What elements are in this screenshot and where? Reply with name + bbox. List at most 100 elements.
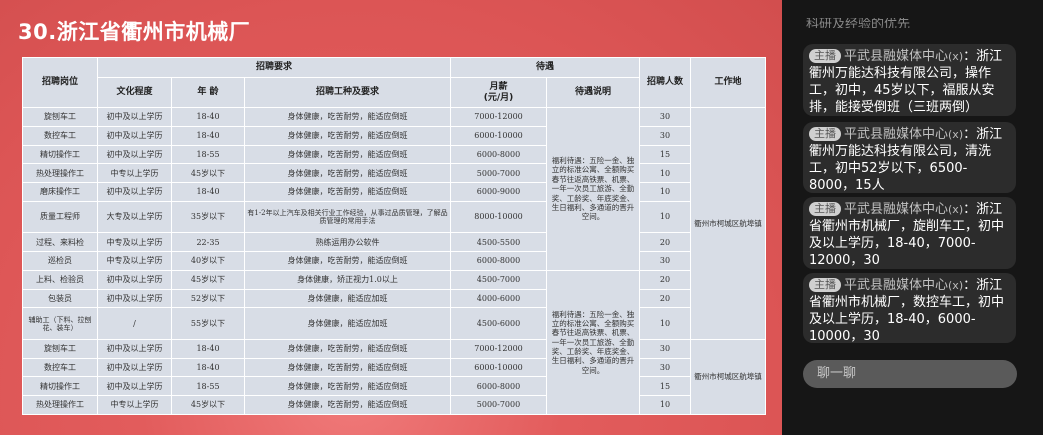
- comment-author[interactable]: 平武县融媒体中心: [844, 49, 948, 64]
- row-age: 18-40: [171, 125, 245, 146]
- row-age: 45岁以下: [171, 163, 245, 184]
- comment-item: 主播 平武县融媒体中心(x)：浙江衢州万能达科技有限公司，操作工，初中，45岁以下…: [803, 44, 1016, 116]
- header-count: 招聘人数: [639, 57, 692, 108]
- row-requirement: 有1-2年以上汽车及相关行业工作经验，从事过品质管理，了解品质管理的常用手法: [244, 200, 451, 234]
- row-education: 初中及以上学历: [97, 144, 172, 165]
- row-count: 10: [639, 200, 692, 234]
- row-count: 10: [639, 307, 692, 340]
- row-salary: 4000-6000: [450, 288, 547, 309]
- header-benefit-desc: 待遇说明: [545, 77, 641, 108]
- benefit-note-1: 福利待遇：五险一金、独立的标准公寓、全额购买春节往返高铁票、机票、一年一次员工旅…: [545, 107, 641, 271]
- row-requirement: 身体健康，吃苦耐劳，能适应倒班: [244, 182, 451, 202]
- row-education: 初中及以上学历: [97, 357, 172, 378]
- row-education: 初中及以上学历: [97, 269, 172, 290]
- row-education: 初中及以上学历: [97, 288, 172, 309]
- row-requirement: 身体健康，吃苦耐劳，能适应倒班: [244, 125, 451, 146]
- row-age: 18-40: [171, 182, 245, 202]
- clipped-comment: 科研及经验的优先: [806, 18, 911, 28]
- header-requirements: 招聘要求: [97, 57, 451, 78]
- row-post: 热处理操作工: [22, 163, 98, 184]
- row-requirement: 身体健康，矫正视力1.0以上: [244, 269, 451, 290]
- emoji-icon: (x): [948, 128, 964, 141]
- row-salary: 4500-7000: [450, 269, 547, 290]
- row-education: /: [97, 307, 172, 340]
- row-count: 20: [639, 232, 692, 253]
- row-salary: 6000-8000: [450, 376, 547, 397]
- row-count: 30: [639, 338, 692, 359]
- row-salary: 4500-5500: [450, 232, 547, 253]
- row-post: 旋刨车工: [22, 338, 98, 359]
- row-education: 中专以上学历: [97, 395, 172, 415]
- header-type-req: 招聘工种及要求: [244, 77, 451, 108]
- slide-area: 30.浙江省衢州市机械厂 招聘岗位 招聘要求 待遇 招聘人数 工作地 文化程度 …: [0, 0, 782, 435]
- row-age: 18-55: [171, 144, 245, 165]
- row-age: 18-55: [171, 376, 245, 397]
- row-age: 52岁以下: [171, 288, 245, 309]
- comment-author[interactable]: 平武县融媒体中心: [844, 127, 948, 142]
- header-benefits: 待遇: [449, 57, 641, 78]
- comment-author[interactable]: 平武县融媒体中心: [844, 202, 948, 217]
- emoji-icon: (x): [948, 279, 964, 292]
- row-education: 中专以上学历: [97, 163, 172, 184]
- row-education: 初中及以上学历: [97, 182, 172, 202]
- chat-input[interactable]: 聊一聊: [803, 360, 1017, 388]
- row-count: 15: [639, 144, 692, 165]
- row-count: 30: [639, 251, 692, 271]
- row-requirement: 身体健康，吃苦耐劳，能适应倒班: [244, 395, 451, 415]
- header-salary: 月薪 (元/月): [450, 77, 547, 108]
- row-count: 15: [639, 376, 692, 397]
- row-count: 10: [639, 395, 692, 415]
- row-count: 30: [639, 125, 692, 146]
- row-age: 45岁以下: [171, 395, 245, 415]
- row-count: 30: [639, 107, 692, 127]
- row-post: 磨床操作工: [22, 182, 98, 202]
- row-age: 55岁以下: [171, 307, 245, 340]
- jobs-table: 招聘岗位 招聘要求 待遇 招聘人数 工作地 文化程度 年 龄 招聘工种及要求 月…: [22, 57, 767, 416]
- row-education: 中专及以上学历: [97, 232, 172, 253]
- slide-title: 30.浙江省衢州市机械厂: [18, 20, 251, 44]
- row-salary: 6000-8000: [450, 251, 547, 271]
- location-1: 衢州市柯城区航埠镇: [690, 107, 767, 340]
- row-post: 巡检员: [22, 251, 98, 271]
- row-education: 初中及以上学历: [97, 338, 172, 359]
- row-education: 初中及以上学历: [97, 125, 172, 146]
- row-count: 30: [639, 357, 692, 378]
- host-badge: 主播: [809, 202, 841, 216]
- row-requirement: 身体健康，吃苦耐劳，能适应倒班: [244, 251, 451, 271]
- row-salary: 5000-7000: [450, 395, 547, 415]
- row-post: 精切操作工: [22, 144, 98, 165]
- comment-item: 主播 平武县融媒体中心(x)：浙江省衢州市机械厂，旋削车工，初中及以上学历，18-…: [803, 197, 1016, 269]
- row-count: 20: [639, 288, 692, 309]
- row-education: 中专及以上学历: [97, 251, 172, 271]
- header-age: 年 龄: [171, 77, 245, 108]
- row-post: 数控车工: [22, 125, 98, 146]
- row-requirement: 身体健康，吃苦耐劳，能适应倒班: [244, 338, 451, 359]
- row-requirement: 身体健康，能适应加班: [244, 288, 451, 309]
- row-age: 18-40: [171, 357, 245, 378]
- row-requirement: 身体健康，吃苦耐劳，能适应倒班: [244, 107, 451, 127]
- row-age: 35岁以下: [171, 200, 245, 234]
- row-post: 质量工程师: [22, 200, 98, 234]
- row-requirement: 身体健康，能适应加班: [244, 307, 451, 340]
- location-2: 衢州市柯城区航埠镇: [690, 338, 767, 416]
- row-age: 45岁以下: [171, 269, 245, 290]
- row-post: 精切操作工: [22, 376, 98, 397]
- benefit-note-2: 福利待遇：五险一金、独立的标准公寓、全额购买春节往返高铁票、机票、一年一次员工旅…: [545, 269, 641, 416]
- row-education: 初中及以上学历: [97, 376, 172, 397]
- row-requirement: 身体健康，吃苦耐劳，能适应倒班: [244, 144, 451, 165]
- row-count: 10: [639, 163, 692, 184]
- row-salary: 4500-6000: [450, 307, 547, 340]
- header-location: 工作地: [690, 57, 767, 108]
- row-post: 数控车工: [22, 357, 98, 378]
- row-salary: 6000-10000: [450, 125, 547, 146]
- row-salary: 5000-7000: [450, 163, 547, 184]
- row-salary: 6000-9000: [450, 182, 547, 202]
- comment-author[interactable]: 平武县融媒体中心: [844, 278, 948, 293]
- comment-item: 主播 平武县融媒体中心(x)：浙江衢州万能达科技有限公司，清洗工，初中52岁以下，…: [803, 122, 1016, 193]
- row-count: 20: [639, 269, 692, 290]
- row-requirement: 熟练运用办公软件: [244, 232, 451, 253]
- row-education: 大专及以上学历: [97, 200, 172, 234]
- row-age: 40岁以下: [171, 251, 245, 271]
- row-post: 热处理操作工: [22, 395, 98, 415]
- row-age: 22-35: [171, 232, 245, 253]
